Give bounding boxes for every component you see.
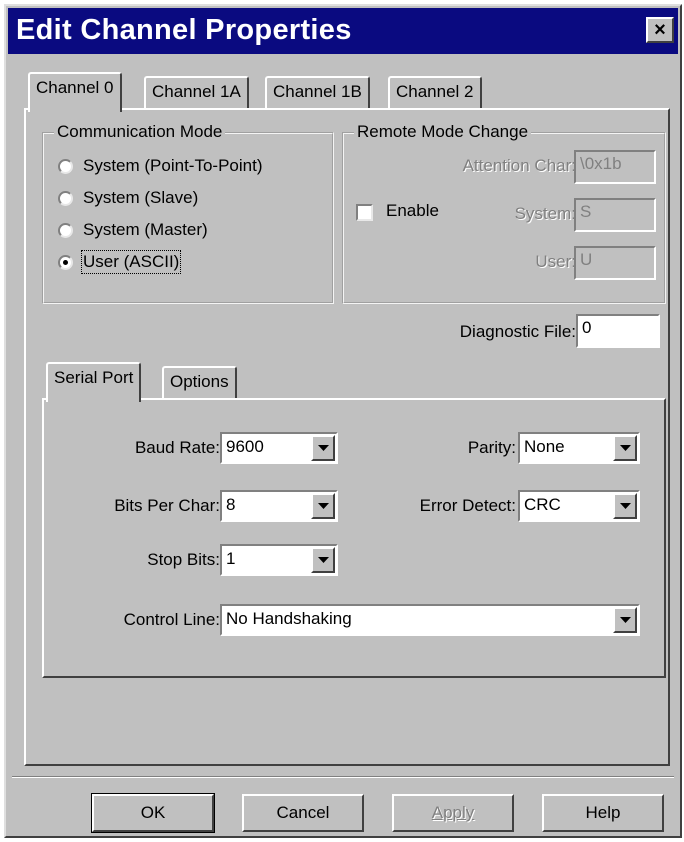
help-label: Help: [585, 803, 621, 822]
radio-label: System (Master): [83, 220, 208, 239]
title-bar: Edit Channel Properties ×: [8, 8, 678, 54]
communication-mode-group: Communication Mode System (Point-To-Poin…: [42, 122, 334, 304]
radio-label: System (Point-To-Point): [83, 156, 263, 175]
parity-select[interactable]: None: [518, 432, 640, 464]
cancel-label: Cancel: [276, 803, 330, 822]
close-button[interactable]: ×: [646, 17, 674, 43]
dropdown-arrow-icon[interactable]: [311, 547, 335, 573]
edit-channel-properties-dialog: Edit Channel Properties × Channel 0 Chan…: [4, 4, 682, 838]
baud-rate-value: 9600: [226, 437, 264, 456]
button-separator: [12, 776, 674, 778]
dropdown-arrow-icon[interactable]: [613, 493, 637, 519]
dropdown-arrow-icon[interactable]: [613, 607, 637, 633]
system-field[interactable]: S: [574, 198, 656, 232]
attention-char-field[interactable]: \0x1b: [574, 150, 656, 184]
radio-selected-icon: [58, 254, 73, 270]
parity-value: None: [524, 437, 565, 456]
control-line-label: Control Line:: [123, 610, 220, 629]
stop-bits-select[interactable]: 1: [220, 544, 338, 576]
remote-mode-change-group: Remote Mode Change Attention Char: \0x1b…: [342, 122, 666, 304]
communication-mode-legend: Communication Mode: [54, 122, 226, 142]
ok-button[interactable]: OK: [91, 793, 215, 833]
tab-label: Channel 1B: [273, 82, 362, 101]
dropdown-arrow-icon[interactable]: [311, 435, 335, 461]
diagnostic-file-field[interactable]: 0: [576, 314, 660, 348]
radio-label: System (Slave): [83, 188, 199, 207]
bits-per-char-select[interactable]: 8: [220, 490, 338, 522]
window-title: Edit Channel Properties: [16, 14, 352, 46]
apply-label: Apply: [431, 803, 475, 822]
tab-label: Channel 1A: [152, 82, 241, 101]
tab-channel-1b[interactable]: Channel 1B: [265, 76, 370, 110]
channel-tab-panel: Communication Mode System (Point-To-Poin…: [24, 108, 670, 766]
tab-serial-port[interactable]: Serial Port: [46, 362, 142, 402]
bits-per-char-value: 8: [226, 495, 236, 514]
help-button[interactable]: Help: [542, 794, 664, 832]
stop-bits-value: 1: [226, 549, 236, 568]
system-label: System:: [514, 204, 576, 223]
control-line-value: No Handshaking: [226, 609, 352, 628]
serial-port-panel: Baud Rate: 9600 Parity: None Bits Per Ch…: [42, 398, 666, 678]
control-line-select[interactable]: No Handshaking: [220, 604, 640, 636]
error-detect-value: CRC: [524, 495, 561, 514]
stop-bits-label: Stop Bits:: [147, 550, 220, 569]
radio-system-master[interactable]: System (Master): [58, 220, 208, 240]
radio-system-point-to-point[interactable]: System (Point-To-Point): [58, 156, 263, 176]
user-label: User:: [535, 252, 576, 271]
tab-label: Serial Port: [54, 368, 134, 387]
apply-button[interactable]: Apply: [392, 794, 514, 832]
cancel-button[interactable]: Cancel: [242, 794, 364, 832]
bits-per-char-label: Bits Per Char:: [114, 496, 220, 515]
tab-channel-2[interactable]: Channel 2: [388, 76, 482, 110]
diagnostic-file-label: Diagnostic File:: [459, 322, 576, 341]
dropdown-arrow-icon[interactable]: [311, 493, 335, 519]
tab-channel-0[interactable]: Channel 0: [28, 72, 122, 112]
enable-checkbox[interactable]: [356, 204, 373, 221]
radio-icon: [58, 158, 73, 174]
attention-char-label: Attention Char:: [462, 156, 576, 175]
radio-system-slave[interactable]: System (Slave): [58, 188, 198, 208]
user-field[interactable]: U: [574, 246, 656, 280]
error-detect-label: Error Detect:: [419, 496, 516, 515]
baud-rate-select[interactable]: 9600: [220, 432, 338, 464]
tab-label: Channel 0: [36, 78, 114, 97]
ok-label: OK: [140, 803, 166, 822]
radio-label: User (ASCII): [80, 250, 182, 274]
baud-rate-label: Baud Rate:: [134, 438, 220, 457]
radio-icon: [58, 222, 73, 238]
tab-options[interactable]: Options: [162, 366, 237, 400]
close-icon: ×: [654, 19, 666, 41]
error-detect-select[interactable]: CRC: [518, 490, 640, 522]
tab-label: Options: [170, 372, 229, 391]
radio-icon: [58, 190, 73, 206]
dropdown-arrow-icon[interactable]: [613, 435, 637, 461]
enable-label[interactable]: Enable: [386, 201, 439, 221]
radio-user-ascii[interactable]: User (ASCII): [58, 250, 182, 274]
parity-label: Parity:: [467, 438, 516, 457]
remote-mode-change-legend: Remote Mode Change: [354, 122, 532, 142]
tab-label: Channel 2: [396, 82, 474, 101]
tab-channel-1a[interactable]: Channel 1A: [144, 76, 249, 110]
